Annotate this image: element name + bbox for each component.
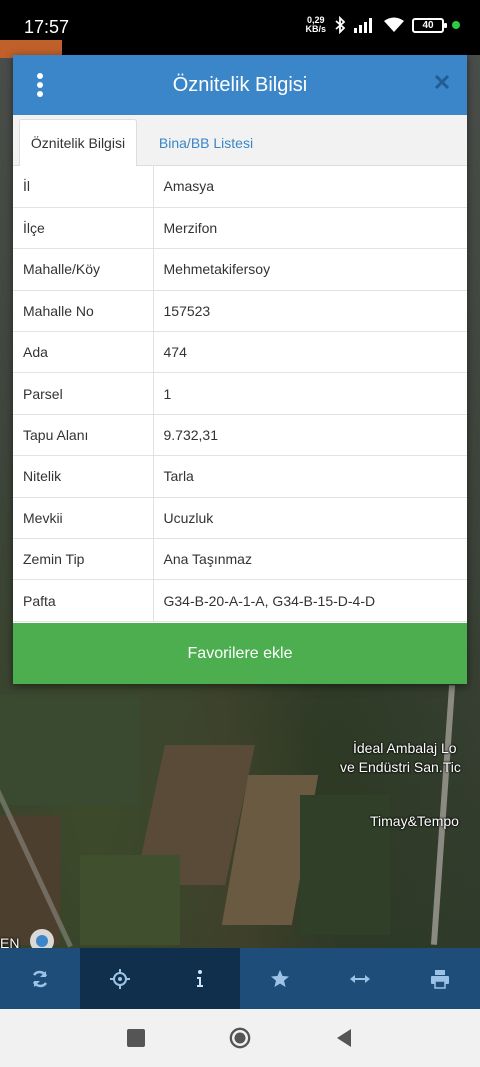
table-row: Parsel 1	[13, 372, 467, 415]
status-icons: 0,29 KB/s 40	[305, 16, 460, 34]
measure-button[interactable]	[320, 948, 400, 1009]
table-row: Nitelik Tarla	[13, 455, 467, 498]
print-icon	[431, 969, 449, 989]
measure-icon	[350, 974, 370, 983]
attribute-key: Zemin Tip	[13, 538, 154, 581]
info-icon	[197, 969, 203, 987]
attribute-value: G34-B-20-A-1-A, G34-B-15-D-4-D	[153, 579, 467, 622]
close-icon[interactable]	[433, 73, 451, 91]
map-label: İdeal Ambalaj Lo	[353, 740, 457, 756]
tab-bar: Öznitelik Bilgisi Bina/BB Listesi	[13, 115, 467, 166]
tab-building-list[interactable]: Bina/BB Listesi	[141, 119, 271, 166]
attribute-key: Mevkii	[13, 497, 154, 540]
locate-icon	[110, 968, 130, 989]
battery-icon: 40	[412, 17, 447, 33]
system-nav-bar	[0, 1009, 480, 1067]
signal-icon	[354, 18, 372, 33]
status-time: 17:57	[24, 17, 70, 37]
square-icon	[127, 1029, 145, 1047]
locate-button[interactable]	[80, 948, 160, 1009]
attribute-key: Parsel	[13, 372, 154, 415]
attribute-table: İl Amasya İlçe Merzifon Mahalle/Köy Mehmetaki…	[13, 166, 467, 622]
circle-icon	[229, 1027, 251, 1049]
attribute-value: Mehmetakifersoy	[153, 248, 467, 291]
back-button[interactable]	[333, 1027, 355, 1049]
attribute-value: Ana Taşınmaz	[153, 538, 467, 581]
table-row: Mevkii Ucuzluk	[13, 497, 467, 540]
attribute-key: Mahalle No	[13, 290, 154, 333]
refresh-button[interactable]	[0, 948, 80, 1009]
attribute-key: İl	[13, 166, 154, 208]
attribute-value: Amasya	[153, 166, 467, 208]
attribute-value: Tarla	[153, 455, 467, 498]
bottom-toolbar	[0, 948, 480, 1009]
home-button[interactable]	[229, 1027, 251, 1049]
map-field	[0, 815, 60, 945]
attribute-value: Ucuzluk	[153, 497, 467, 540]
tab-attribute-info[interactable]: Öznitelik Bilgisi	[19, 119, 137, 166]
print-button[interactable]	[400, 948, 480, 1009]
table-row: İl Amasya	[13, 166, 467, 208]
attribute-key: Mahalle/Köy	[13, 248, 154, 291]
table-row: Pafta G34-B-20-A-1-A, G34-B-15-D-4-D	[13, 579, 467, 622]
refresh-icon	[32, 970, 48, 987]
attribute-value: 474	[153, 331, 467, 374]
star-icon	[271, 969, 289, 987]
table-row: Ada 474	[13, 331, 467, 374]
attribute-value: 1	[153, 372, 467, 415]
table-row: Mahalle/Köy Mehmetakifersoy	[13, 248, 467, 291]
attribute-key: Nitelik	[13, 455, 154, 498]
attribute-key: Pafta	[13, 579, 154, 622]
dialog-header: Öznitelik Bilgisi	[13, 55, 467, 115]
attribute-key: Tapu Alanı	[13, 414, 154, 457]
table-row: Zemin Tip Ana Taşınmaz	[13, 538, 467, 581]
wifi-icon	[384, 17, 404, 32]
attribute-value: 9.732,31	[153, 414, 467, 457]
add-favorite-button[interactable]: Favorilere ekle	[13, 623, 467, 684]
attribute-dialog: Öznitelik Bilgisi Öznitelik Bilgisi Bina…	[13, 55, 467, 684]
map-field	[80, 855, 180, 945]
attribute-key: Ada	[13, 331, 154, 374]
attribute-key: İlçe	[13, 207, 154, 250]
table-row: Mahalle No 157523	[13, 290, 467, 333]
info-button[interactable]	[160, 948, 240, 1009]
map-field	[0, 695, 140, 805]
back-triangle-icon	[337, 1029, 351, 1047]
status-bar: 17:57 0,29 KB/s 40	[0, 0, 480, 55]
table-row: Tapu Alanı 9.732,31	[13, 414, 467, 457]
attribute-value: 157523	[153, 290, 467, 333]
bluetooth-icon	[335, 16, 346, 34]
map-label: ve Endüstri San.Tic	[340, 759, 461, 775]
map-label: Timay&Tempo	[370, 813, 459, 829]
notification-dot	[452, 21, 460, 29]
dialog-title: Öznitelik Bilgisi	[172, 73, 308, 96]
favorites-button[interactable]	[240, 948, 320, 1009]
more-vertical-icon[interactable]	[33, 71, 47, 99]
table-row: İlçe Merzifon	[13, 207, 467, 250]
network-speed: 0,29 KB/s	[305, 15, 326, 34]
recents-button[interactable]	[125, 1027, 147, 1049]
attribute-value: Merzifon	[153, 207, 467, 250]
